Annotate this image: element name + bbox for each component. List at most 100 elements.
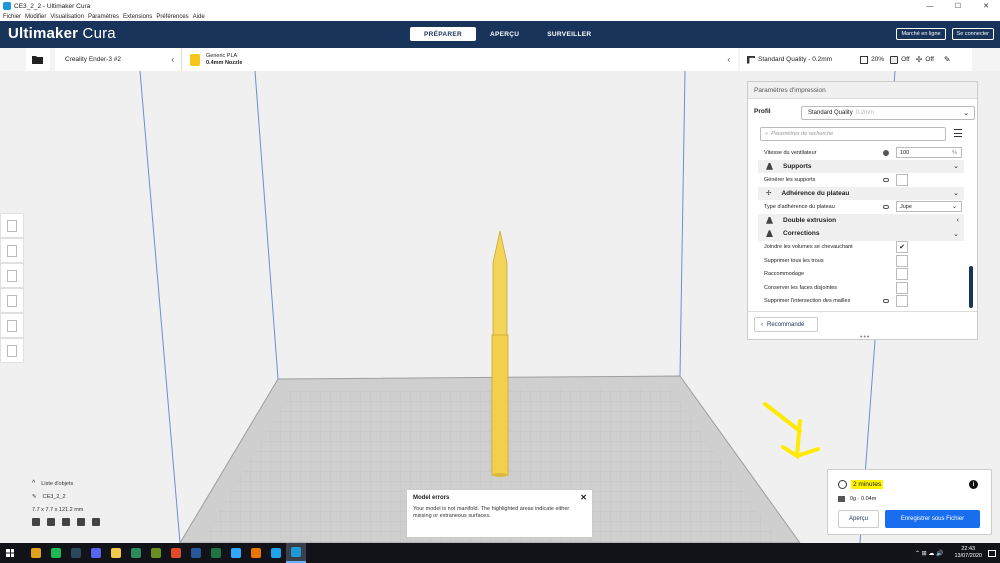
- print-settings-selector[interactable]: Standard Quality - 0.2mm 20% Off ✢ Off ✎: [740, 48, 972, 71]
- mirror-tool[interactable]: [0, 288, 24, 313]
- marketplace-button[interactable]: Marché en ligne: [896, 28, 946, 40]
- taskbar-app-blender[interactable]: [246, 543, 266, 563]
- menu-settings[interactable]: Paramètres: [88, 14, 119, 20]
- taskbar-app-explorer[interactable]: [106, 543, 126, 563]
- category-supports[interactable]: Supports ⌄: [758, 159, 964, 173]
- maximize-button[interactable]: ☐: [944, 0, 972, 12]
- taskbar-date: 13/07/2020: [954, 553, 982, 559]
- signin-button[interactable]: Se connecter: [951, 28, 994, 40]
- category-label: Adhérence du plateau: [781, 189, 850, 197]
- taskbar-app-discord[interactable]: [86, 543, 106, 563]
- union-volumes-checkbox[interactable]: ✔: [896, 241, 908, 254]
- generate-supports-checkbox[interactable]: [896, 173, 908, 186]
- view-right-icon[interactable]: [92, 518, 100, 526]
- tab-prepare[interactable]: PRÉPARER: [410, 27, 477, 41]
- stitching-checkbox[interactable]: [896, 268, 908, 281]
- taskbar-app-edge[interactable]: [266, 543, 286, 563]
- remove-intersection-checkbox[interactable]: [896, 295, 908, 308]
- extruder-badge-icon: [190, 53, 200, 66]
- printer-selector[interactable]: Creality Ender-3 #2 ‹: [55, 48, 182, 71]
- settings-menu-icon[interactable]: [954, 129, 962, 137]
- menu-edit[interactable]: Modifier: [25, 14, 46, 20]
- supports-icon: [766, 162, 773, 170]
- settings-scrollbar[interactable]: [969, 266, 973, 308]
- adhesion-type-value: Jupe: [900, 203, 912, 210]
- checkmark-icon: ✔: [899, 244, 905, 252]
- taskbar-app-excel[interactable]: [206, 543, 226, 563]
- info-icon[interactable]: i: [969, 480, 978, 489]
- tray-icons[interactable]: ⌃ ⊞ ☁ 🔊: [915, 550, 944, 557]
- setting-fan-speed: Vitesse du ventilateur 100%: [758, 146, 964, 160]
- menu-view[interactable]: Visualisation: [50, 14, 84, 20]
- model-object[interactable]: [491, 230, 509, 477]
- caret-up-icon[interactable]: ^: [32, 480, 35, 487]
- start-button[interactable]: [0, 543, 20, 563]
- category-dual-extrusion[interactable]: Double extrusion ‹: [758, 213, 964, 227]
- menu-extensions[interactable]: Extensions: [123, 14, 152, 20]
- object-list-toggle[interactable]: Liste d'objets: [41, 481, 73, 487]
- open-file-button[interactable]: [26, 48, 50, 71]
- settings-list: Vitesse du ventilateur 100% Supports ⌄ G…: [758, 146, 964, 308]
- taskbar-app-spotify[interactable]: [46, 543, 66, 563]
- tab-monitor[interactable]: SURVEILLER: [533, 27, 605, 41]
- view-front-icon[interactable]: [47, 518, 55, 526]
- brand-bold: Ultimaker: [8, 25, 79, 42]
- photoshop-icon: [231, 548, 241, 558]
- tab-preview[interactable]: APERÇU: [476, 27, 533, 41]
- remove-holes-checkbox[interactable]: [896, 254, 908, 267]
- taskbar-app-word[interactable]: [186, 543, 206, 563]
- windows-taskbar: ⌃ ⊞ ☁ 🔊 22:43 13/07/2020: [0, 543, 1000, 563]
- save-to-file-button[interactable]: Enregistrer sous Fichier: [885, 510, 980, 528]
- adhesion-type-dropdown[interactable]: Jupe ⌄: [896, 201, 962, 213]
- setting-remove-holes: Supprimer tous les trous: [758, 254, 964, 268]
- taskbar-clock[interactable]: 22:43 13/07/2020: [954, 546, 982, 560]
- window-controls: — ☐ ✕: [916, 0, 1000, 12]
- menu-preferences[interactable]: Préférences: [156, 14, 188, 20]
- material-selector[interactable]: Generic PLA 0.4mm Nozzle ‹: [182, 48, 738, 71]
- menu-help[interactable]: Aide: [193, 14, 205, 20]
- chevron-down-icon: ⌄: [953, 190, 959, 198]
- panel-resize-handle[interactable]: •••: [860, 334, 870, 341]
- category-adhesion[interactable]: ✢ Adhérence du plateau ⌄: [758, 186, 964, 200]
- object-list: ^ Liste d'objets ✎ CE3_2_2 7.7 x 7.7 x 121…: [32, 480, 100, 526]
- filament-icon: [838, 496, 845, 502]
- view-3d-icon[interactable]: [32, 518, 40, 526]
- taskbar-app-minecraft[interactable]: [146, 543, 166, 563]
- edge-icon: [271, 548, 281, 558]
- taskbar-app-steam[interactable]: [66, 543, 86, 563]
- view-left-icon[interactable]: [77, 518, 85, 526]
- category-corrections[interactable]: Corrections ⌄: [758, 227, 964, 241]
- quality-icon: [747, 55, 755, 64]
- material-estimate: 0g · 0.04m: [850, 496, 877, 502]
- notification-icon[interactable]: [988, 549, 996, 557]
- global-setting-icon: [883, 149, 889, 156]
- taskbar-app-app8[interactable]: [166, 543, 186, 563]
- close-errors-button[interactable]: ✕: [580, 493, 587, 502]
- preview-button[interactable]: Aperçu: [838, 510, 879, 528]
- menu-file[interactable]: Fichier: [3, 14, 21, 20]
- move-tool[interactable]: [0, 213, 24, 238]
- steam-icon: [71, 548, 81, 558]
- mirror-icon: [7, 294, 17, 307]
- rotate-icon: [7, 269, 17, 282]
- recommended-button[interactable]: ‹ Recommandé: [754, 317, 818, 332]
- close-window-button[interactable]: ✕: [972, 0, 1000, 12]
- view-top-icon[interactable]: [62, 518, 70, 526]
- taskbar-app-photoshop[interactable]: [226, 543, 246, 563]
- fan-speed-input[interactable]: 100%: [896, 147, 962, 159]
- per-model-settings-tool[interactable]: [0, 313, 24, 338]
- taskbar-app-cura[interactable]: [286, 543, 306, 563]
- keep-disjoint-checkbox[interactable]: [896, 281, 908, 294]
- taskbar-app-chrome[interactable]: [26, 543, 46, 563]
- profile-value: Standard Quality: [808, 110, 853, 116]
- taskbar-app-app6[interactable]: [126, 543, 146, 563]
- support-blocker-tool[interactable]: [0, 338, 24, 363]
- minimize-button[interactable]: —: [916, 0, 944, 12]
- panel-title: Paramètres d'impression: [748, 82, 977, 99]
- profile-dropdown[interactable]: Standard Quality 0.2mm ⌄: [801, 106, 975, 120]
- scale-tool[interactable]: [0, 238, 24, 263]
- spotify-icon: [51, 548, 61, 558]
- settings-search-input[interactable]: ⌕ Paramètres de recherche: [760, 127, 946, 141]
- rotate-tool[interactable]: [0, 263, 24, 288]
- print-info-panel: 2 minutes i 0g · 0.04m Aperçu Enregistre…: [827, 469, 992, 535]
